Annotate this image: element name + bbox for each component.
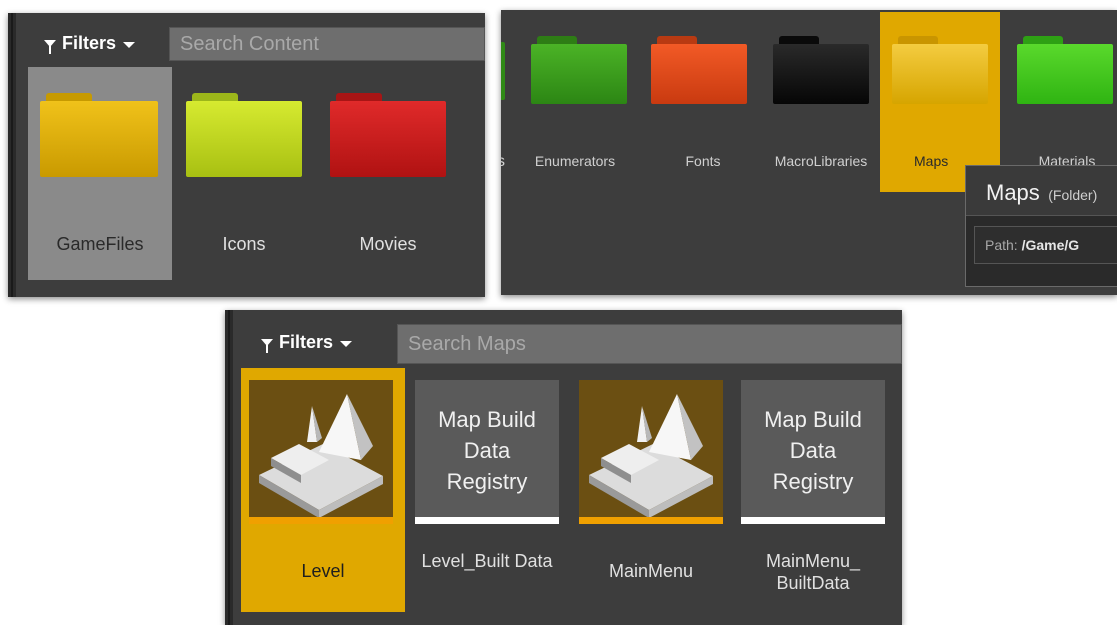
- chevron-down-icon: [340, 340, 353, 347]
- folder-tile-macrolibraries[interactable]: MacroLibraries: [759, 10, 883, 190]
- search-placeholder: Search Maps: [408, 332, 526, 355]
- asset-tile-mainmenu-builtdata[interactable]: Map Build Data Registry MainMenu_ BuiltD…: [733, 368, 893, 612]
- folder-tile-icons[interactable]: Icons: [174, 67, 314, 280]
- folder-label: Enumerators: [534, 153, 616, 169]
- search-input[interactable]: Search Maps: [397, 324, 902, 364]
- filters-label: Filters: [62, 33, 117, 53]
- asset-tile-mainmenu[interactable]: MainMenu: [571, 368, 731, 612]
- filters-label: Filters: [279, 332, 334, 352]
- folder-icon: [186, 93, 302, 177]
- folder-icon: [330, 93, 446, 177]
- level-thumbnail: [579, 380, 723, 524]
- filter-funnel-icon: [44, 40, 56, 54]
- asset-tile-level-builtdata[interactable]: Map Build Data Registry Level_Built Data: [407, 368, 567, 612]
- content-browser-panel-root: Filters Search Content GameFiles Icons M…: [8, 13, 485, 297]
- folder-icon: [1017, 36, 1113, 104]
- map-build-data-thumbnail: Map Build Data Registry: [741, 380, 885, 524]
- tooltip-title: Maps: [986, 180, 1040, 205]
- tooltip-header: Maps (Folder): [966, 166, 1117, 216]
- folder-icon: [651, 36, 747, 104]
- asset-type-text: Map Build Data Registry: [764, 407, 862, 494]
- level-icon: [259, 394, 383, 518]
- folder-label: Movies: [359, 234, 417, 254]
- asset-label: Level: [301, 561, 345, 581]
- search-input[interactable]: Search Content: [169, 27, 485, 61]
- asset-type-text: Map Build Data Registry: [438, 407, 536, 494]
- folder-tile-materials[interactable]: Materials: [1007, 10, 1117, 190]
- asset-label: Level_Built Data: [421, 551, 553, 571]
- level-thumbnail: [249, 380, 393, 524]
- folder-label: GameFiles: [56, 234, 144, 254]
- tooltip-type: (Folder): [1048, 187, 1098, 203]
- panel-splitter[interactable]: [8, 13, 16, 297]
- folder-label-partial: s: [501, 153, 505, 170]
- tooltip-path-value: /Game/G: [1021, 237, 1080, 253]
- content-browser-folder-view: s Enumerators Fonts MacroLibraries Maps: [501, 10, 1117, 295]
- folder-label: Fonts: [685, 153, 721, 169]
- tooltip-path-label: Path:: [985, 237, 1018, 253]
- folder-tooltip: Maps (Folder) Path: /Game/G: [965, 165, 1117, 287]
- folder-icon: [773, 36, 869, 104]
- map-browser-panel: Filters Search Maps Level Map Build Data…: [225, 310, 902, 625]
- folder-label: Icons: [222, 234, 266, 254]
- filters-button[interactable]: Filters: [261, 332, 353, 353]
- tooltip-path-row: Path: /Game/G: [974, 226, 1117, 264]
- filters-button[interactable]: Filters: [44, 33, 136, 54]
- folder-tile-fonts[interactable]: Fonts: [647, 10, 759, 190]
- level-icon: [589, 394, 713, 518]
- map-build-data-thumbnail: Map Build Data Registry: [415, 380, 559, 524]
- chevron-down-icon: [123, 41, 136, 48]
- asset-label: MainMenu_ BuiltData: [765, 551, 861, 593]
- folder-tile-gamefiles[interactable]: GameFiles: [28, 67, 172, 280]
- folder-icon: [892, 36, 988, 104]
- filter-funnel-icon: [261, 339, 273, 353]
- asset-label: MainMenu: [608, 561, 694, 581]
- folder-icon: [531, 36, 627, 104]
- asset-tile-level[interactable]: Level: [241, 368, 405, 612]
- folder-tile-movies[interactable]: Movies: [318, 67, 458, 280]
- folder-label: MacroLibraries: [774, 153, 868, 169]
- panel-splitter[interactable]: [225, 310, 233, 625]
- folder-icon: [40, 93, 158, 177]
- search-placeholder: Search Content: [180, 32, 319, 55]
- folder-icon: [501, 36, 505, 100]
- folder-tile-enumerators[interactable]: Enumerators: [519, 10, 631, 190]
